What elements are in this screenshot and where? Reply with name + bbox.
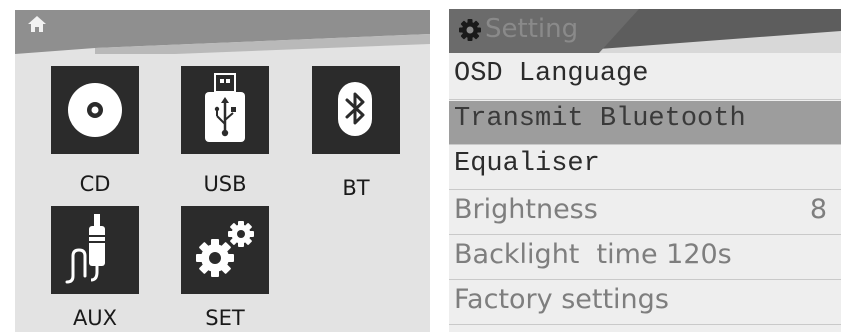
menu-item-osd-language[interactable]: OSD Language (449, 56, 841, 100)
menu-item-label: Factory settings (454, 284, 669, 315)
cd-label: CD (79, 172, 111, 196)
menu-item-label: Transmit Bluetooth (454, 104, 746, 134)
aux-button[interactable] (51, 206, 139, 294)
brightness-value: 8 (809, 194, 827, 225)
bt-button[interactable] (312, 66, 400, 154)
aux-cable-icon (65, 214, 105, 284)
home-icon[interactable] (27, 15, 47, 33)
usb-icon (205, 73, 245, 142)
bluetooth-icon (338, 82, 372, 136)
set-label: SET (205, 306, 245, 330)
menu-item-brightness[interactable]: Brightness 8 (449, 191, 841, 235)
menu-item-backlight-time[interactable]: Backlight time 120s (449, 236, 841, 280)
bt-label: BT (342, 176, 370, 200)
usb-label: USB (203, 172, 247, 196)
home-header-bar (15, 10, 430, 54)
settings-screen: Setting OSD Language Transmit Bluetooth … (449, 9, 841, 332)
set-button[interactable] (181, 206, 269, 294)
disc-icon (68, 83, 122, 137)
aux-label: AUX (72, 306, 118, 330)
usb-button[interactable] (181, 66, 269, 154)
gear-icon (459, 19, 481, 41)
menu-item-factory-settings[interactable]: Factory settings (449, 281, 841, 325)
page-title: Setting (485, 14, 579, 44)
menu-item-label: Equaliser (454, 149, 600, 179)
menu-item-label: OSD Language (454, 59, 649, 89)
menu-item-transmit-bluetooth[interactable]: Transmit Bluetooth (449, 101, 841, 145)
gears-icon (196, 221, 254, 277)
menu-item-label: Brightness (454, 194, 598, 225)
menu-item-equaliser[interactable]: Equaliser (449, 146, 841, 190)
cd-button[interactable] (51, 66, 139, 154)
menu-item-label: Backlight time 120s (454, 239, 732, 270)
home-menu-screen: CD USB BT AUX SET (15, 10, 430, 332)
